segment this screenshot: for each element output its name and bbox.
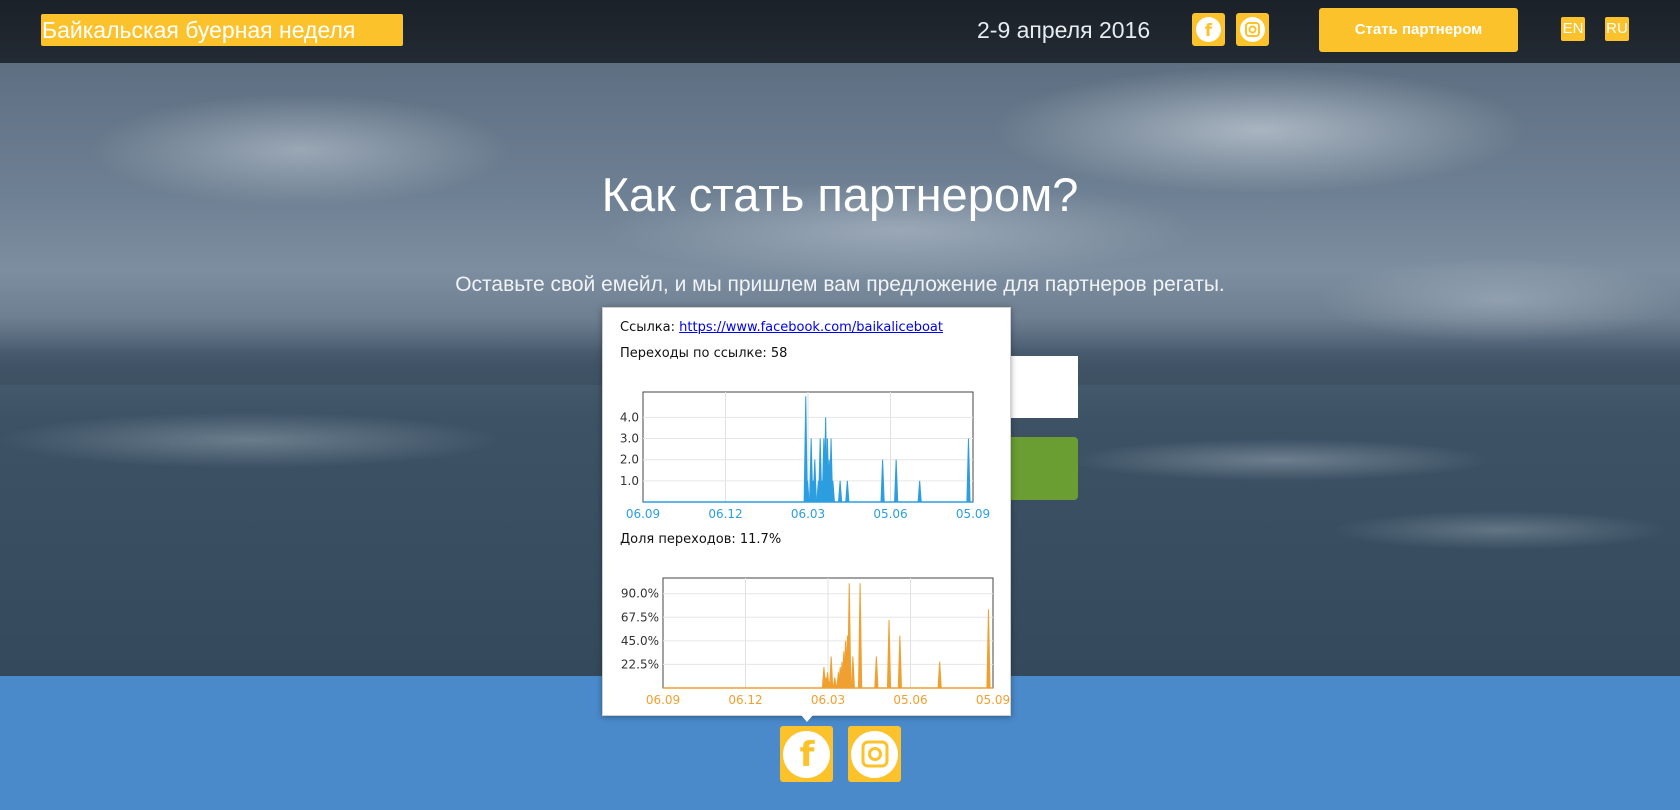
y-tick-label: 45.0% — [621, 634, 659, 648]
y-tick-label: 2.0 — [620, 453, 639, 467]
facebook-icon[interactable]: f — [780, 726, 833, 782]
y-tick-label: 4.0 — [620, 410, 639, 424]
x-tick-label: 05.06 — [893, 693, 927, 707]
svg-text:f: f — [1205, 21, 1213, 41]
link-row: Ссылка: https://www.facebook.com/baikali… — [620, 320, 943, 335]
y-tick-label: 3.0 — [620, 432, 639, 446]
y-tick-label: 22.5% — [621, 657, 659, 671]
lang-ru-button[interactable]: RU — [1605, 17, 1629, 41]
x-tick-label: 06.03 — [791, 507, 825, 521]
x-tick-label: 05.09 — [956, 507, 990, 521]
tooltip-arrow — [801, 715, 813, 722]
link-stats-tooltip: Ссылка: https://www.facebook.com/baikali… — [602, 307, 1011, 716]
event-dates: 2-9 апреля 2016 — [977, 17, 1151, 43]
instagram-icon[interactable] — [848, 726, 901, 782]
svg-text:f: f — [799, 736, 815, 772]
x-tick-label: 06.09 — [646, 693, 680, 707]
y-tick-label: 1.0 — [620, 474, 639, 488]
lang-en-button[interactable]: EN — [1561, 17, 1585, 41]
x-tick-label: 06.09 — [626, 507, 660, 521]
x-tick-label: 05.09 — [976, 693, 1010, 707]
y-tick-label: 90.0% — [621, 587, 659, 601]
site-title[interactable]: Байкальская буерная неделя — [41, 14, 403, 46]
x-tick-label: 05.06 — [873, 507, 907, 521]
clicks-count: Переходы по ссылке: 58 — [620, 346, 788, 361]
x-tick-label: 06.03 — [811, 693, 845, 707]
x-tick-label: 06.12 — [728, 693, 762, 707]
page-subtitle: Оставьте свой емейл, и мы пришлем вам пр… — [455, 273, 1225, 296]
instagram-icon[interactable] — [1236, 13, 1269, 46]
y-tick-label: 67.5% — [621, 610, 659, 624]
page-title: Как стать партнером? — [601, 168, 1079, 221]
share-chart: 06.09 06.12 06.03 05.06 05.09 22.5% 45.0% 67.5%… — [621, 577, 1010, 707]
become-partner-button[interactable]: Стать партнером — [1319, 8, 1518, 52]
facebook-icon[interactable]: f — [1192, 13, 1225, 46]
share-percent: Доля переходов: 11.7% — [620, 532, 782, 547]
top-navigation-bar: Байкальская буерная неделя 2-9 апреля 20… — [0, 0, 1680, 63]
link-label: Ссылка: — [620, 320, 675, 335]
clicks-chart: 06.09 06.12 06.03 05.06 05.09 1.0 2.0 3.0 4.0 — [620, 391, 990, 521]
link-url[interactable]: https://www.facebook.com/baikaliceboat — [679, 320, 943, 335]
x-tick-label: 06.12 — [708, 507, 742, 521]
